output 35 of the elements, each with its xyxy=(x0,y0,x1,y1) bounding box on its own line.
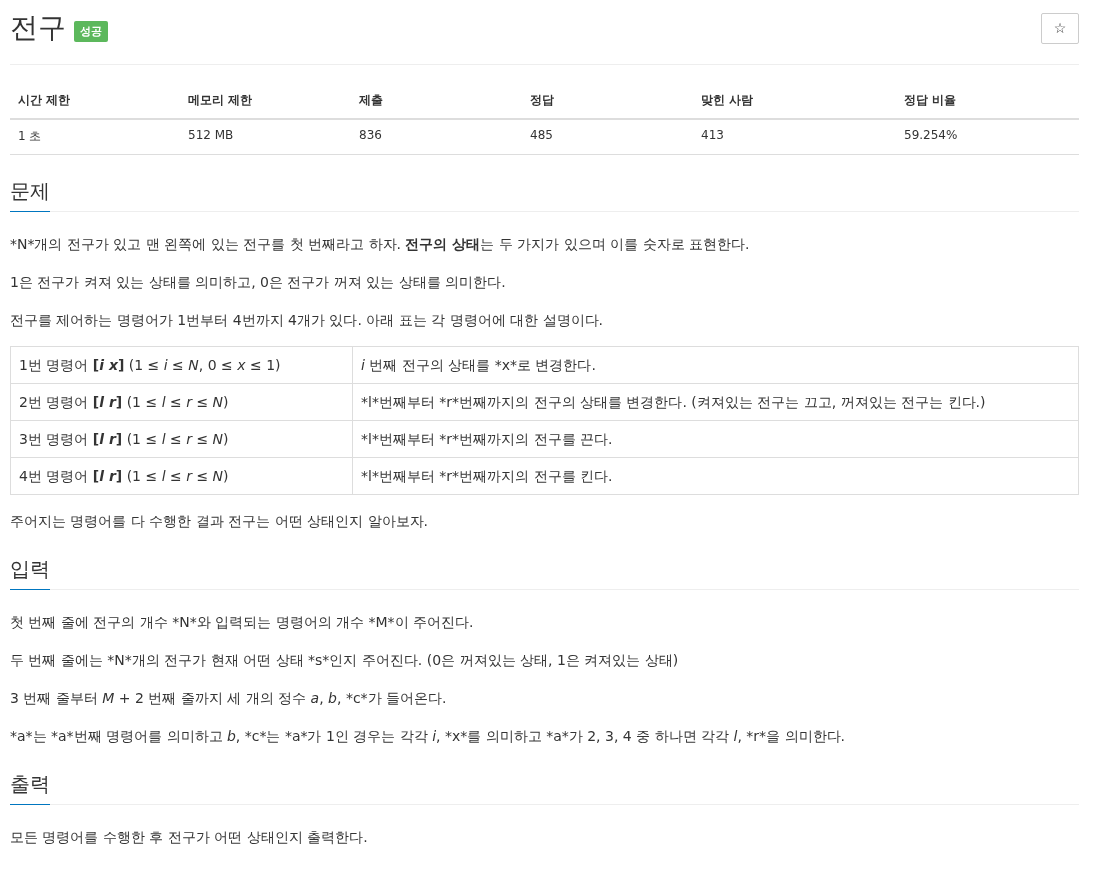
table-cell: i 번째 전구의 상태를 *x*로 변경한다. xyxy=(352,346,1079,384)
result-badge: 성공 xyxy=(74,20,108,42)
paragraph: 모든 명령어를 수행한 후 전구가 어떤 상태인지 출력한다. xyxy=(10,828,369,847)
paragraph: 전구를 제어하는 명령어가 1번부터 4번까지 4개가 있다. 아래 표는 각 명령어에 대한 설명이다. xyxy=(10,311,605,330)
paragraph: 첫 번째 줄에 전구의 개수 *N*와 입력되는 명령어의 개수 *M*이 주어진다. xyxy=(10,613,475,632)
table-cell: *l*번째부터 *r*번째까지의 전구를 끈다. xyxy=(352,420,1079,458)
table-cell-text: 485 xyxy=(529,127,554,144)
table-cell: 1번 명령어 [i x] (1 ≤ i ≤ N, 0 ≤ x ≤ 1) xyxy=(10,346,353,384)
table-cell: 3번 명령어 [l r] (1 ≤ l ≤ r ≤ N) xyxy=(10,420,353,458)
table-cell-text: 1 초 xyxy=(17,128,43,145)
table-cell-text: 512 MB xyxy=(187,127,235,144)
column-header: 정답 xyxy=(529,92,555,109)
section-heading: 출력 xyxy=(10,770,50,805)
table-cell: 2번 명령어 [l r] (1 ≤ l ≤ r ≤ N) xyxy=(10,383,353,421)
table-cell: *l*번째부터 *r*번째까지의 전구를 킨다. xyxy=(352,457,1079,495)
problem-title: 전구 xyxy=(10,10,66,46)
section-heading: 문제 xyxy=(10,177,50,212)
column-header: 시간 제한 xyxy=(17,92,72,109)
table-cell: *l*번째부터 *r*번째까지의 전구의 상태를 변경한다. (켜져있는 전구는 끄고, 꺼져있는 전구는 킨다.) xyxy=(352,383,1079,421)
column-header: 제출 xyxy=(358,92,384,109)
section-heading: 입력 xyxy=(10,555,50,590)
table-cell-text: 59.254% xyxy=(903,127,959,144)
paragraph: 3 번째 줄부터 M + 2 번째 줄까지 세 개의 정수 a, b, *c*가 들어온다. xyxy=(10,689,448,708)
paragraph: *N*개의 전구가 있고 맨 왼쪽에 있는 전구를 첫 번째라고 하자. 전구의 상태는 두 가지가 있으며 이를 숫자로 표현한다. xyxy=(10,235,751,254)
paragraph: 주어지는 명령어를 다 수행한 결과 전구는 어떤 상태인지 알아보자. xyxy=(10,512,430,531)
paragraph: 1은 전구가 켜져 있는 상태를 의미하고, 0은 전구가 꺼져 있는 상태를 의미한다. xyxy=(10,273,507,292)
table-cell-text: 836 xyxy=(358,127,383,144)
favorite-button[interactable]: ☆ xyxy=(1041,12,1079,44)
table-cell-text: 413 xyxy=(700,127,725,144)
column-header: 메모리 제한 xyxy=(187,92,254,109)
column-header: 맞힌 사람 xyxy=(700,92,755,109)
table-cell: 4번 명령어 [l r] (1 ≤ l ≤ r ≤ N) xyxy=(10,457,353,495)
column-header: 정답 비율 xyxy=(903,92,958,109)
paragraph: *a*는 *a*번째 명령어를 의미하고 b, *c*는 *a*가 1인 경우는 각각 i, *x*를 의미하고 *a*가 2, 3, 4 중 하나면 각각 l, *r*을 의미한다. xyxy=(10,727,846,746)
paragraph: 두 번째 줄에는 *N*개의 전구가 현재 어떤 상태 *s*인지 주어진다. (0은 꺼져있는 상태, 1은 켜져있는 상태) xyxy=(10,651,680,670)
